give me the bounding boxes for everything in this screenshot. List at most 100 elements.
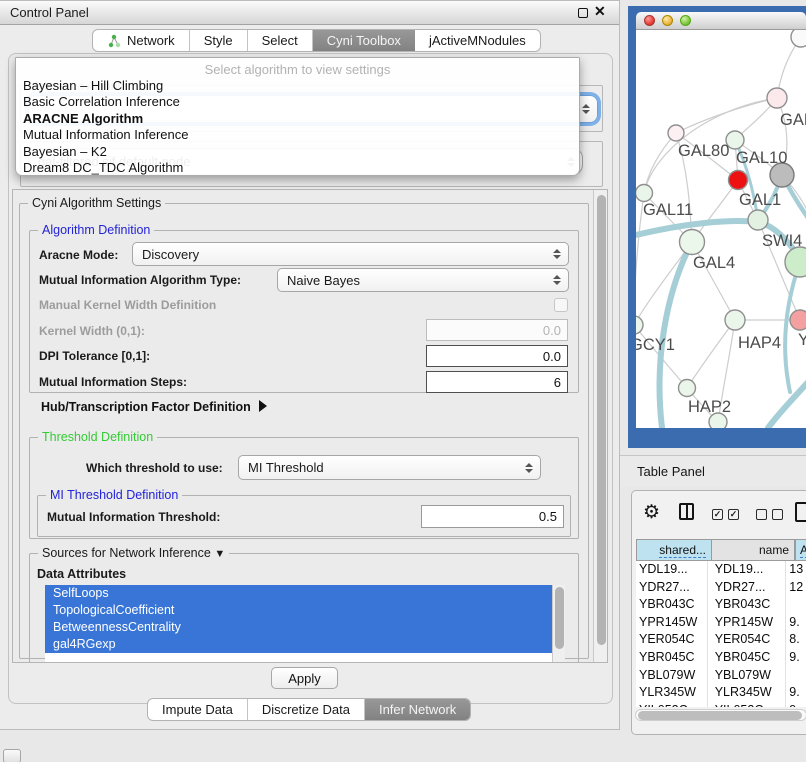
checked-checkbox-icon[interactable]: ✓ bbox=[712, 509, 723, 520]
dropdown-item[interactable]: Mutual Information Inference bbox=[16, 127, 579, 143]
list-item[interactable]: BetweennessCentrality bbox=[45, 619, 565, 636]
combo-value: Naive Bayes bbox=[278, 273, 550, 288]
dropdown-item[interactable]: Dream8 DC_TDC Algorithm bbox=[16, 160, 579, 176]
list-item[interactable]: SelfLoops bbox=[45, 585, 565, 602]
tab-discretize-data[interactable]: Discretize Data bbox=[248, 699, 365, 720]
settings-scrollbar[interactable] bbox=[593, 190, 607, 662]
table-panel-window: ⚙ ✓ ✓ shared... name A YDL19...YDL19...1… bbox=[631, 490, 806, 735]
node-label: GAL80 bbox=[678, 142, 729, 160]
manual-kernel-checkbox[interactable] bbox=[554, 298, 568, 312]
tab-label: Cyni Toolbox bbox=[327, 33, 401, 48]
network-node-GAL1[interactable] bbox=[729, 171, 748, 190]
table-row[interactable]: YIL052CYIL052C9 bbox=[636, 702, 806, 707]
list-scrollbar[interactable] bbox=[552, 585, 565, 662]
network-node-GAL11[interactable] bbox=[636, 185, 653, 202]
tab-label: Network bbox=[127, 33, 175, 48]
column-header-third[interactable]: A bbox=[795, 539, 806, 561]
network-node-green-large[interactable] bbox=[785, 247, 806, 277]
kernel-width-label: Kernel Width (0,1): bbox=[39, 324, 145, 338]
algorithm-dropdown-popup: Select algorithm to view settings Bayesi… bbox=[15, 57, 580, 176]
unchecked-checkbox-icon[interactable] bbox=[772, 509, 783, 520]
network-node-GAL80[interactable] bbox=[668, 125, 684, 141]
which-threshold-combo[interactable]: MI Threshold bbox=[238, 455, 541, 480]
apply-button[interactable]: Apply bbox=[271, 667, 338, 689]
table-panel-title: Table Panel bbox=[637, 464, 705, 479]
mini-toolbar-button[interactable] bbox=[3, 749, 21, 762]
network-node-Y[interactable] bbox=[790, 310, 806, 330]
node-label: GAL7 bbox=[780, 111, 806, 129]
tab-select[interactable]: Select bbox=[248, 30, 313, 51]
list-scrollbar-thumb[interactable] bbox=[555, 587, 564, 649]
control-panel-titlebar[interactable]: Control Panel ✕ bbox=[0, 1, 619, 25]
dropdown-item-selected[interactable]: ARACNE Algorithm bbox=[16, 111, 579, 127]
table-scrollbar-thumb[interactable] bbox=[638, 711, 802, 720]
data-attributes-list[interactable]: SelfLoops TopologicalCoefficient Between… bbox=[45, 585, 565, 662]
table-row[interactable]: YBL079WYBL079W bbox=[636, 667, 806, 685]
list-item[interactable]: gal4RGexp bbox=[45, 636, 565, 653]
columns-icon[interactable] bbox=[679, 503, 694, 520]
stepper-icon bbox=[579, 104, 593, 114]
network-node-GCY1[interactable] bbox=[636, 316, 643, 334]
table-row[interactable]: YER054CYER054C8. bbox=[636, 631, 806, 649]
mac-close-button[interactable] bbox=[644, 15, 655, 26]
table-body[interactable]: YDL19...YDL19...13 YDR27...YDR27...12 YB… bbox=[636, 561, 806, 707]
frame-title: Threshold Definition bbox=[38, 430, 157, 444]
network-window-titlebar[interactable] bbox=[636, 12, 806, 30]
network-canvas[interactable]: GAL7 GAL80 GAL10 GAL1 GAL11 SWI4 GAL4 GC… bbox=[636, 30, 806, 428]
network-node-HAP4[interactable] bbox=[725, 310, 745, 330]
tab-style[interactable]: Style bbox=[190, 30, 248, 51]
dropdown-item[interactable]: Bayesian – K2 bbox=[16, 144, 579, 160]
tab-network[interactable]: Network bbox=[93, 30, 190, 51]
network-node-HAP2[interactable] bbox=[679, 380, 696, 397]
tab-infer-network[interactable]: Infer Network bbox=[365, 699, 470, 720]
mac-minimize-button[interactable] bbox=[662, 15, 673, 26]
window-title: Control Panel bbox=[10, 5, 89, 20]
tab-label: Discretize Data bbox=[262, 702, 350, 717]
aracne-mode-label: Aracne Mode: bbox=[39, 248, 118, 262]
table-row[interactable]: YLR345WYLR345W9. bbox=[636, 684, 806, 702]
mi-steps-field[interactable]: 6 bbox=[426, 371, 568, 393]
table-horizontal-scrollbar[interactable] bbox=[635, 709, 806, 721]
checked-checkbox-icon[interactable]: ✓ bbox=[728, 509, 739, 520]
table-row[interactable]: YBR043CYBR043C bbox=[636, 596, 806, 614]
mac-zoom-button[interactable] bbox=[680, 15, 691, 26]
list-item[interactable]: TopologicalCoefficient bbox=[45, 602, 565, 619]
dropdown-item[interactable]: Basic Correlation Inference bbox=[16, 94, 579, 110]
hub-definition-label: Hub/Transcription Factor Definition bbox=[41, 400, 251, 414]
table-row[interactable]: YBR045CYBR045C9. bbox=[636, 649, 806, 667]
mi-type-combo[interactable]: Naive Bayes bbox=[277, 268, 569, 292]
node-label: SWI4 bbox=[762, 232, 802, 250]
network-node-GAL4[interactable] bbox=[680, 230, 705, 255]
float-window-icon[interactable] bbox=[578, 8, 588, 18]
network-node-SWI4[interactable] bbox=[748, 210, 768, 230]
network-node[interactable] bbox=[791, 30, 806, 47]
close-icon[interactable]: ✕ bbox=[594, 3, 606, 20]
gear-icon[interactable]: ⚙ bbox=[643, 501, 660, 524]
tab-impute-data[interactable]: Impute Data bbox=[148, 699, 248, 720]
table-row[interactable]: YDL19...YDL19...13 bbox=[636, 561, 806, 579]
column-header-shared[interactable]: shared... bbox=[636, 539, 712, 561]
dropdown-item[interactable]: Bayesian – Hill Climbing bbox=[16, 78, 579, 94]
tab-label: Infer Network bbox=[379, 702, 456, 717]
hub-definition-expander[interactable]: Hub/Transcription Factor Definition bbox=[41, 400, 267, 414]
table-row[interactable]: YDR27...YDR27...12 bbox=[636, 579, 806, 597]
expand-down-icon[interactable]: ▼ bbox=[214, 548, 225, 560]
node-label: GAL11 bbox=[643, 201, 693, 219]
settings-scrollbar-thumb[interactable] bbox=[597, 195, 606, 645]
frame-title: MI Threshold Definition bbox=[46, 488, 182, 502]
column-header-name[interactable]: name bbox=[712, 539, 795, 561]
document-icon[interactable] bbox=[795, 502, 806, 522]
tab-jactivemnodules[interactable]: jActiveMNodules bbox=[415, 30, 540, 51]
mi-threshold-field[interactable]: 0.5 bbox=[421, 505, 564, 528]
kernel-width-field[interactable]: 0.0 bbox=[426, 319, 568, 341]
frame-title: Cyni Algorithm Settings bbox=[28, 196, 165, 210]
frame-title: Sources for Network Inference ▼ bbox=[38, 546, 229, 560]
unchecked-checkbox-icon[interactable] bbox=[756, 509, 767, 520]
node-label: GCY1 bbox=[636, 336, 675, 354]
aracne-mode-combo[interactable]: Discovery bbox=[132, 242, 569, 266]
network-node-GAL7[interactable] bbox=[767, 88, 787, 108]
tab-cyni-toolbox[interactable]: Cyni Toolbox bbox=[313, 30, 415, 51]
table-row[interactable]: YPR145WYPR145W9. bbox=[636, 614, 806, 632]
network-icon bbox=[107, 34, 121, 48]
dpi-tolerance-field[interactable]: 0.0 bbox=[426, 345, 568, 367]
